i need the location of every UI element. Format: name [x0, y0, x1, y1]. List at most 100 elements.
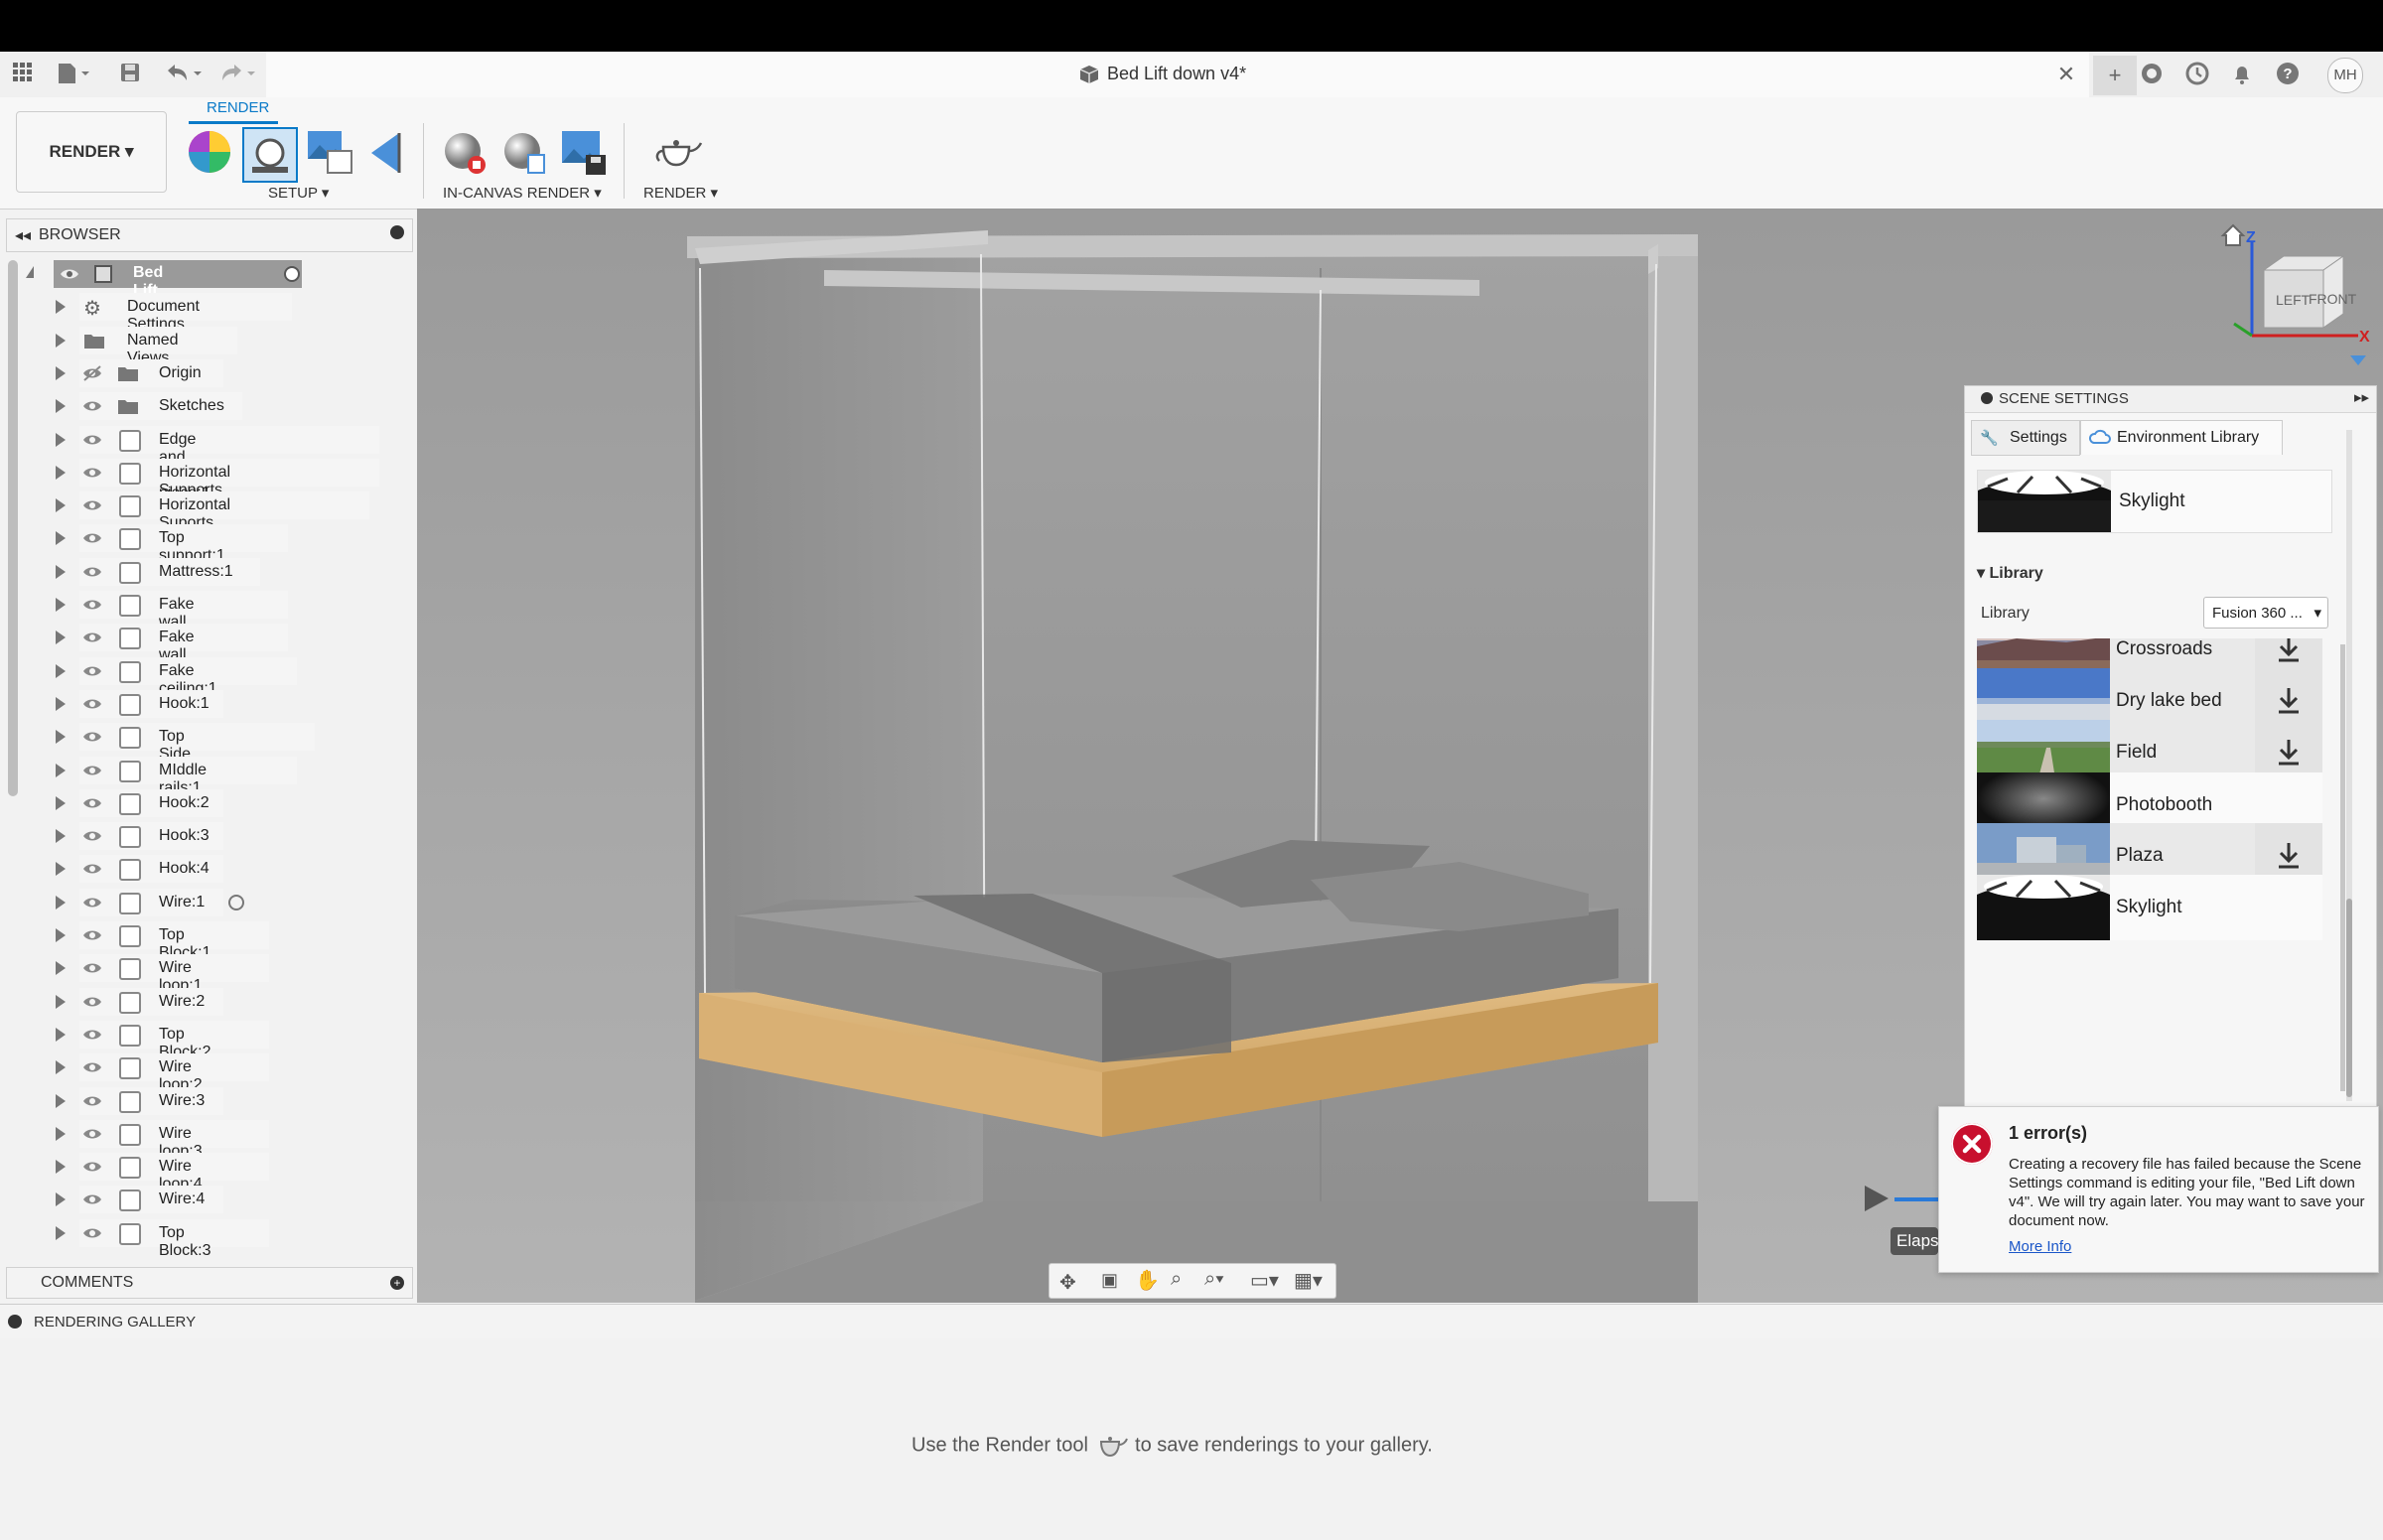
- expand-triangle-icon[interactable]: [56, 399, 66, 413]
- eye-icon[interactable]: [81, 628, 107, 647]
- fit-zoom-icon[interactable]: ⌕▾: [1204, 1268, 1224, 1291]
- current-environment-card[interactable]: Skylight: [1977, 470, 2332, 533]
- expand-triangle-icon[interactable]: [56, 664, 66, 678]
- save-icon[interactable]: [117, 62, 143, 87]
- eye-icon[interactable]: [81, 430, 107, 450]
- help-icon[interactable]: ?: [2275, 62, 2301, 87]
- eye-icon[interactable]: [81, 859, 107, 879]
- expand-triangle-icon[interactable]: [56, 1094, 66, 1108]
- environment-item[interactable]: Skylight: [1977, 875, 2322, 940]
- gallery-collapse-icon[interactable]: [8, 1315, 22, 1329]
- eye-icon[interactable]: [81, 1190, 107, 1209]
- scene-settings-header[interactable]: SCENE SETTINGS ▸▸: [1965, 386, 2376, 413]
- expand-triangle-icon[interactable]: [56, 531, 66, 545]
- expand-triangle-icon[interactable]: [56, 598, 66, 612]
- eye-icon[interactable]: [81, 1025, 107, 1045]
- in-canvas-render-icon[interactable]: [441, 129, 489, 177]
- eye-icon[interactable]: [81, 1124, 107, 1144]
- expand-triangle-icon[interactable]: [56, 961, 66, 975]
- eye-icon[interactable]: [81, 1157, 107, 1177]
- eye-icon[interactable]: [81, 1057, 107, 1077]
- eye-icon[interactable]: [81, 495, 107, 515]
- eye-icon[interactable]: [81, 893, 107, 912]
- eye-icon[interactable]: [81, 661, 107, 681]
- expand-triangle-icon[interactable]: [56, 1127, 66, 1141]
- expand-triangle-icon[interactable]: [56, 300, 66, 314]
- expand-triangle-icon[interactable]: [56, 796, 66, 810]
- look-at-icon[interactable]: ▣: [1101, 1270, 1118, 1291]
- eye-icon[interactable]: [81, 363, 107, 383]
- expand-triangle-icon[interactable]: [56, 334, 66, 348]
- rendering-gallery-header[interactable]: RENDERING GALLERY: [0, 1304, 2383, 1339]
- eye-icon[interactable]: [81, 1091, 107, 1111]
- eye-icon[interactable]: [81, 396, 107, 416]
- eye-icon[interactable]: [81, 694, 107, 714]
- expand-triangle-icon[interactable]: [56, 433, 66, 447]
- panel-collapse-icon[interactable]: [1981, 392, 1993, 404]
- in-canvas-render-settings-icon[interactable]: [500, 129, 548, 177]
- eye-icon[interactable]: [81, 793, 107, 813]
- expand-triangle-icon[interactable]: [56, 630, 66, 644]
- data-panel-grid-icon[interactable]: [10, 62, 36, 87]
- display-settings-icon[interactable]: ▭▾: [1250, 1268, 1279, 1293]
- viewcube-menu-icon[interactable]: [2347, 350, 2369, 369]
- render-group-label[interactable]: RENDER ▾: [643, 184, 718, 202]
- scene-settings-icon[interactable]: [242, 127, 298, 183]
- tab-settings[interactable]: 🔧 Settings: [1971, 420, 2080, 456]
- expand-triangle-icon[interactable]: [56, 1160, 66, 1174]
- appearance-color-wheel-icon[interactable]: [187, 129, 234, 177]
- eye-icon[interactable]: [81, 528, 107, 548]
- expand-triangle-icon[interactable]: [56, 565, 66, 579]
- tab-environment-library[interactable]: Environment Library: [2080, 420, 2283, 455]
- panel-pin-icon[interactable]: [390, 225, 404, 239]
- add-comment-icon[interactable]: +: [390, 1276, 404, 1290]
- extensions-icon[interactable]: [2139, 62, 2165, 87]
- expand-triangle-icon[interactable]: [56, 1192, 66, 1206]
- decal-icon[interactable]: [365, 129, 413, 177]
- library-section-header[interactable]: ▾ Library: [1977, 563, 2043, 583]
- browser-scrollbar[interactable]: [8, 260, 18, 796]
- workspace-switcher[interactable]: RENDER ▾: [16, 111, 167, 193]
- pan-hand-icon[interactable]: ✋: [1135, 1268, 1160, 1293]
- comments-panel-header[interactable]: COMMENTS +: [6, 1267, 413, 1299]
- in-canvas-render-group-label[interactable]: IN-CANVAS RENDER ▾: [443, 184, 602, 202]
- user-avatar[interactable]: MH: [2327, 58, 2363, 93]
- file-menu-icon[interactable]: [56, 62, 89, 87]
- tab-render[interactable]: RENDER: [207, 99, 269, 116]
- expand-triangle-icon[interactable]: [56, 730, 66, 744]
- panel-scrollbar-thumb[interactable]: [2346, 899, 2352, 1097]
- setup-group-label[interactable]: SETUP ▾: [268, 184, 329, 202]
- more-info-link[interactable]: More Info: [2009, 1238, 2071, 1255]
- zoom-icon[interactable]: ⌕: [1171, 1268, 1182, 1291]
- eye-icon[interactable]: [81, 595, 107, 615]
- expand-triangle-icon[interactable]: [56, 1060, 66, 1074]
- view-cube[interactable]: LEFT FRONT Z X: [2224, 228, 2373, 367]
- grid-settings-icon[interactable]: ▦▾: [1294, 1268, 1323, 1293]
- list-scrollbar-track[interactable]: [2340, 644, 2345, 1091]
- render-teapot-icon[interactable]: [651, 129, 703, 177]
- expand-panel-icon[interactable]: ▸▸: [2354, 388, 2369, 406]
- capture-image-icon[interactable]: [560, 129, 608, 177]
- eye-icon[interactable]: [81, 925, 107, 945]
- new-tab-plus-icon[interactable]: +: [2093, 56, 2137, 95]
- expand-triangle-icon[interactable]: [56, 697, 66, 711]
- eye-icon[interactable]: [81, 761, 107, 780]
- eye-icon[interactable]: [81, 727, 107, 747]
- expand-triangle-icon[interactable]: [56, 466, 66, 480]
- activate-radio-icon[interactable]: [284, 266, 300, 282]
- play-icon[interactable]: [1861, 1184, 1891, 1213]
- collapse-arrows-icon[interactable]: ◂◂: [15, 225, 31, 245]
- expand-triangle-icon[interactable]: [56, 829, 66, 843]
- expand-triangle-icon[interactable]: [56, 1028, 66, 1042]
- notifications-bell-icon[interactable]: [2229, 62, 2255, 87]
- expand-triangle-icon[interactable]: [56, 498, 66, 512]
- eye-icon[interactable]: [81, 562, 107, 582]
- expand-triangle-icon[interactable]: [56, 928, 66, 942]
- expand-triangle-icon[interactable]: [56, 995, 66, 1009]
- eye-icon[interactable]: [60, 264, 79, 284]
- eye-icon[interactable]: [81, 826, 107, 846]
- undo-icon[interactable]: [163, 62, 207, 87]
- expand-triangle-icon[interactable]: [56, 896, 66, 910]
- eye-icon[interactable]: [81, 463, 107, 483]
- expand-triangle-icon[interactable]: [56, 366, 66, 380]
